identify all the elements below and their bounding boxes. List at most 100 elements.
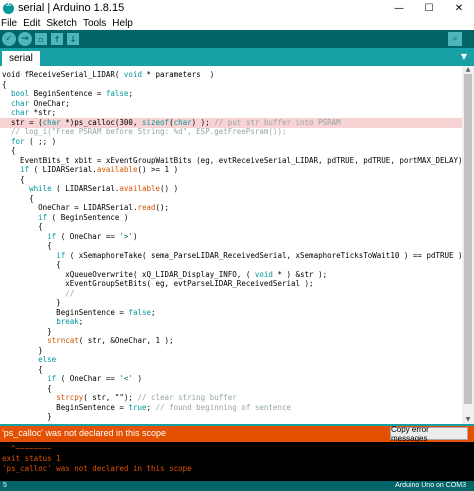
code-token: for [11, 136, 25, 146]
menu-file[interactable]: File [1, 18, 17, 29]
close-button[interactable]: ✕ [444, 0, 474, 16]
code-token: ( BeginSentence ) [47, 212, 129, 222]
upload-icon[interactable]: → [18, 32, 32, 46]
menu-sketch[interactable]: Sketch [46, 18, 77, 29]
code-token: while [29, 184, 52, 193]
code-token: void [123, 70, 142, 79]
code-token: { [2, 364, 43, 374]
code-token: ) ); [191, 117, 215, 127]
code-line: break; [0, 317, 462, 327]
menu-edit[interactable]: Edit [23, 18, 40, 29]
code-token: OneChar = LIDARSerial. [2, 203, 138, 212]
code-token: if [38, 212, 48, 222]
code-token: true [128, 402, 147, 412]
error-status-bar: 'ps_calloc' was not declared in this sco… [0, 425, 474, 443]
code-token: * ) &str ); [272, 269, 328, 279]
code-line: { [0, 384, 462, 394]
code-token: { [2, 383, 52, 393]
code-token: false [105, 89, 129, 98]
code-line: { [0, 175, 462, 185]
code-token: if [47, 374, 57, 383]
code-token: { [2, 241, 52, 250]
code-token: { [2, 193, 34, 203]
scrollbar-thumb[interactable] [464, 74, 472, 404]
console-line: ^~~~~~~~~ [2, 444, 52, 453]
code-line: { [0, 241, 462, 251]
code-line: EventBits_t xbit = xEventGroupWaitBits (… [0, 156, 462, 166]
menu-bar: File Edit Sketch Tools Help [0, 16, 474, 30]
editor-scrollbar[interactable]: ▲ ▼ [462, 66, 474, 424]
code-token: if [47, 231, 57, 241]
serial-monitor-icon[interactable]: ⌕ [448, 32, 462, 46]
code-line: strcpy( str, ""); // clear string buffer [0, 393, 462, 403]
open-sketch-icon[interactable]: ↑ [51, 33, 63, 45]
code-line: while ( LIDARSerial.available() ) [0, 184, 462, 194]
copy-error-messages-button[interactable]: Copy error messages [390, 425, 468, 443]
error-message: 'ps_calloc' was not declared in this sco… [2, 428, 167, 438]
code-token: ( str, &OneChar, 1 ); [78, 336, 174, 345]
code-token: BeginSentence = [29, 89, 106, 98]
verify-icon[interactable]: ✓ [2, 32, 16, 46]
maximize-button[interactable]: ☐ [414, 0, 444, 16]
title-bar: serial | Arduino 1.8.15 — ☐ ✕ [0, 0, 474, 16]
code-token: { [2, 79, 7, 89]
code-token: void fReceiveSerial_LIDAR( [2, 70, 124, 79]
code-line: if ( OneChar == '<' ) [0, 374, 462, 384]
menu-tools[interactable]: Tools [83, 18, 106, 29]
code-line: { [0, 194, 462, 204]
code-token: { [2, 146, 16, 155]
window-title: serial | Arduino 1.8.15 [18, 2, 125, 14]
scroll-up-icon[interactable]: ▲ [462, 66, 474, 74]
code-line: } [0, 298, 462, 308]
code-token: if [56, 250, 66, 260]
new-sketch-icon[interactable]: ▫ [35, 33, 47, 45]
code-token: // found beginning of sentence [155, 402, 291, 412]
minimize-button[interactable]: — [384, 0, 414, 16]
tab-menu-icon[interactable]: ▼ [458, 52, 470, 62]
code-token: false [128, 307, 152, 317]
code-token: ; [78, 317, 84, 326]
save-sketch-icon[interactable]: ↓ [67, 33, 79, 45]
toolbar: ✓ → ▫ ↑ ↓ ⌕ [0, 30, 474, 48]
code-token: () >= 1 ) [137, 165, 179, 174]
tab-serial[interactable]: serial [2, 51, 40, 66]
code-token: } [2, 326, 52, 336]
code-token: char [173, 117, 192, 127]
code-token: break [56, 317, 79, 326]
code-token: ( OneChar == [56, 374, 120, 383]
code-editor[interactable]: void fReceiveSerial_LIDAR( void * parame… [0, 66, 462, 424]
code-token: } [2, 345, 43, 355]
code-token: ) [132, 374, 142, 383]
code-line: { [0, 222, 462, 232]
code-token: read [137, 203, 156, 212]
console-line: 'ps_calloc' was not declared in this sco… [2, 464, 192, 473]
scroll-down-icon[interactable]: ▼ [462, 416, 474, 424]
code-token: char [11, 98, 30, 108]
code-line: char *str; [0, 108, 462, 118]
code-token: available [96, 165, 138, 174]
code-token: (); [155, 203, 170, 212]
code-line: strncat( str, &OneChar, 1 ); [0, 336, 462, 346]
code-line: else [0, 355, 462, 365]
code-token: xQueueOverwrite( xQ_LIDAR_Display_INFO, … [2, 269, 255, 279]
code-token: strncat [47, 336, 79, 345]
code-token: ; [146, 402, 156, 412]
code-line: OneChar = LIDARSerial.read(); [0, 203, 462, 213]
code-token: else [38, 355, 57, 364]
code-token: ( LIDARSerial. [29, 165, 97, 174]
code-line: } [0, 412, 462, 422]
code-line: for ( ;; ) [0, 137, 462, 147]
menu-help[interactable]: Help [112, 18, 133, 29]
code-token: sizeof [141, 117, 170, 127]
code-line: xEventGroupSetBits( eg, evtParseLIDAR_Re… [0, 279, 462, 289]
